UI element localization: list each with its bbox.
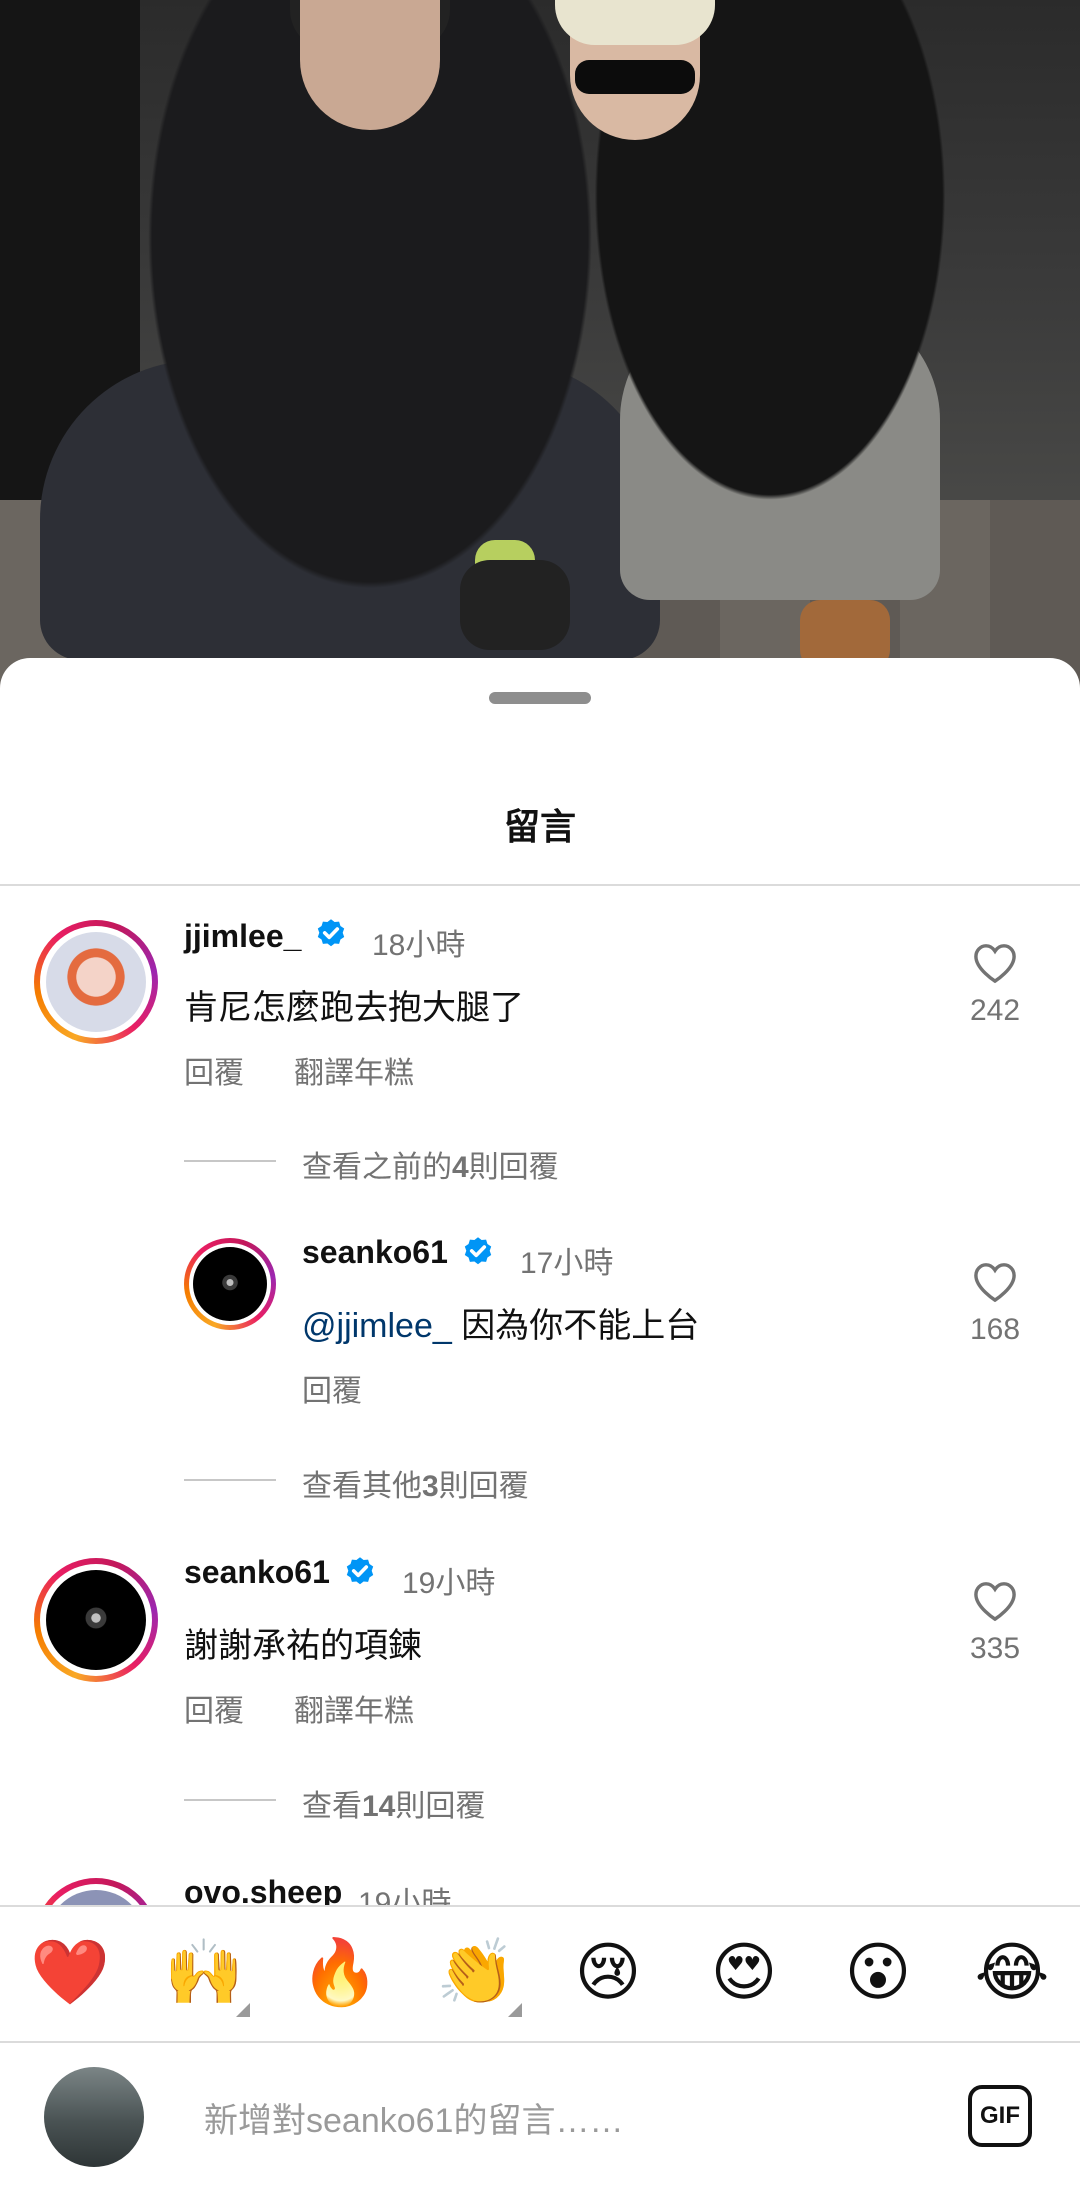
comment-text: 謝謝承祐的項鍊 bbox=[184, 1627, 422, 1665]
avatar-image bbox=[193, 1247, 267, 1321]
emoji-surprised-face[interactable]: 😮 bbox=[840, 1935, 916, 2011]
view-replies-button[interactable]: 查看之前的4則回覆 bbox=[302, 1142, 559, 1186]
drag-handle[interactable] bbox=[489, 692, 591, 704]
view-replies-button[interactable]: 查看14則回覆 bbox=[302, 1781, 485, 1825]
heart-icon bbox=[974, 1582, 1016, 1622]
reply-button[interactable]: 回覆 bbox=[184, 1686, 244, 1730]
like-count: 242 bbox=[969, 994, 1021, 1027]
view-replies-suffix: 則回覆 bbox=[438, 1470, 529, 1503]
photo-hair-right bbox=[555, 0, 715, 45]
gif-button[interactable]: GIF bbox=[968, 2085, 1032, 2147]
verified-badge-icon bbox=[464, 1237, 492, 1265]
comment-text: @jjimlee_ 因為你不能上台 bbox=[302, 1298, 699, 1347]
avatar[interactable] bbox=[34, 1558, 158, 1682]
view-replies-prefix: 查看 bbox=[302, 1790, 362, 1823]
comment-username[interactable]: jjimlee_ bbox=[184, 918, 301, 955]
emoji-raising-hands-glyph: 🙌 bbox=[164, 1936, 244, 2010]
reply-button[interactable]: 回覆 bbox=[302, 1366, 362, 1410]
comment-username[interactable]: seanko61 bbox=[184, 1554, 330, 1591]
avatar[interactable] bbox=[34, 1878, 158, 1905]
avatar[interactable] bbox=[34, 920, 158, 1044]
like-button[interactable]: 242 bbox=[960, 942, 1030, 1028]
photo-sunglasses bbox=[575, 60, 695, 94]
current-user-avatar bbox=[44, 2067, 144, 2167]
post-photo bbox=[0, 0, 1080, 700]
view-replies-prefix: 查看其他 bbox=[302, 1470, 422, 1503]
reply-button[interactable]: 回覆 bbox=[184, 1048, 244, 1092]
partial-comment: ovo.sheep 19小時 bbox=[0, 1878, 1080, 1905]
skin-tone-indicator-icon bbox=[508, 2003, 522, 2017]
emoji-clapping-hands-glyph: 👏 bbox=[436, 1936, 516, 2010]
verified-badge-icon bbox=[317, 919, 345, 947]
avatar-image bbox=[46, 932, 146, 1032]
translate-button[interactable]: 翻譯年糕 bbox=[294, 1686, 414, 1730]
view-replies-prefix: 查看之前的 bbox=[302, 1151, 452, 1184]
heart-icon bbox=[974, 1263, 1016, 1303]
comment-time: 19小時 bbox=[358, 1887, 452, 1905]
emoji-crying-face[interactable]: 😢 bbox=[570, 1935, 646, 2011]
divider bbox=[0, 884, 1080, 886]
comment-text: 肯尼怎麼跑去抱大腿了 bbox=[184, 989, 524, 1027]
emoji-heart-eyes[interactable]: 😍 bbox=[706, 1935, 782, 2011]
photo-shoe bbox=[460, 560, 570, 650]
emoji-clapping-hands[interactable]: 👏 bbox=[436, 1935, 522, 2017]
emoji-raising-hands[interactable]: 🙌 bbox=[164, 1935, 250, 2017]
emoji-fire[interactable]: 🔥 bbox=[300, 1935, 380, 2011]
view-replies-count: 4 bbox=[452, 1151, 469, 1184]
emoji-heart[interactable]: ❤️ bbox=[30, 1935, 110, 2011]
like-count: 168 bbox=[969, 1313, 1021, 1346]
comment-username[interactable]: seanko61 bbox=[302, 1234, 448, 1271]
verified-badge-icon bbox=[346, 1557, 374, 1585]
avatar-image bbox=[46, 1570, 146, 1670]
heart-icon bbox=[974, 944, 1016, 984]
comment-text-body: 因為你不能上台 bbox=[451, 1307, 700, 1345]
like-count: 335 bbox=[969, 1632, 1021, 1665]
emoji-bar: ❤️ 🙌 🔥 👏 😢 😍 😮 😂 bbox=[0, 1905, 1080, 2041]
view-replies-count: 3 bbox=[422, 1470, 439, 1503]
view-replies-line bbox=[184, 1160, 276, 1162]
comment-username[interactable]: ovo.sheep bbox=[184, 1878, 342, 1905]
view-replies-line bbox=[184, 1479, 276, 1481]
comment-time: 18小時 bbox=[372, 929, 466, 962]
comment-time: 17小時 bbox=[520, 1247, 614, 1280]
view-replies-count: 14 bbox=[362, 1790, 396, 1823]
view-replies-suffix: 則回覆 bbox=[468, 1151, 559, 1184]
emoji-tears-of-joy[interactable]: 😂 bbox=[974, 1935, 1050, 2011]
comment-time: 19小時 bbox=[402, 1567, 496, 1600]
like-button[interactable]: 335 bbox=[960, 1580, 1030, 1666]
skin-tone-indicator-icon bbox=[236, 2003, 250, 2017]
mention-link[interactable]: @jjimlee_ bbox=[302, 1307, 452, 1345]
view-replies-button[interactable]: 查看其他3則回覆 bbox=[302, 1461, 529, 1505]
view-replies-line bbox=[184, 1799, 276, 1801]
comment-input[interactable]: 新增對seanko61的留言…… bbox=[204, 2093, 623, 2142]
like-button[interactable]: 168 bbox=[960, 1261, 1030, 1347]
comment-composer: 新增對seanko61的留言…… GIF bbox=[0, 2041, 1080, 2187]
avatar[interactable] bbox=[184, 1238, 276, 1330]
view-replies-suffix: 則回覆 bbox=[395, 1790, 486, 1823]
translate-button[interactable]: 翻譯年糕 bbox=[294, 1048, 414, 1092]
sheet-title: 留言 bbox=[503, 806, 576, 847]
